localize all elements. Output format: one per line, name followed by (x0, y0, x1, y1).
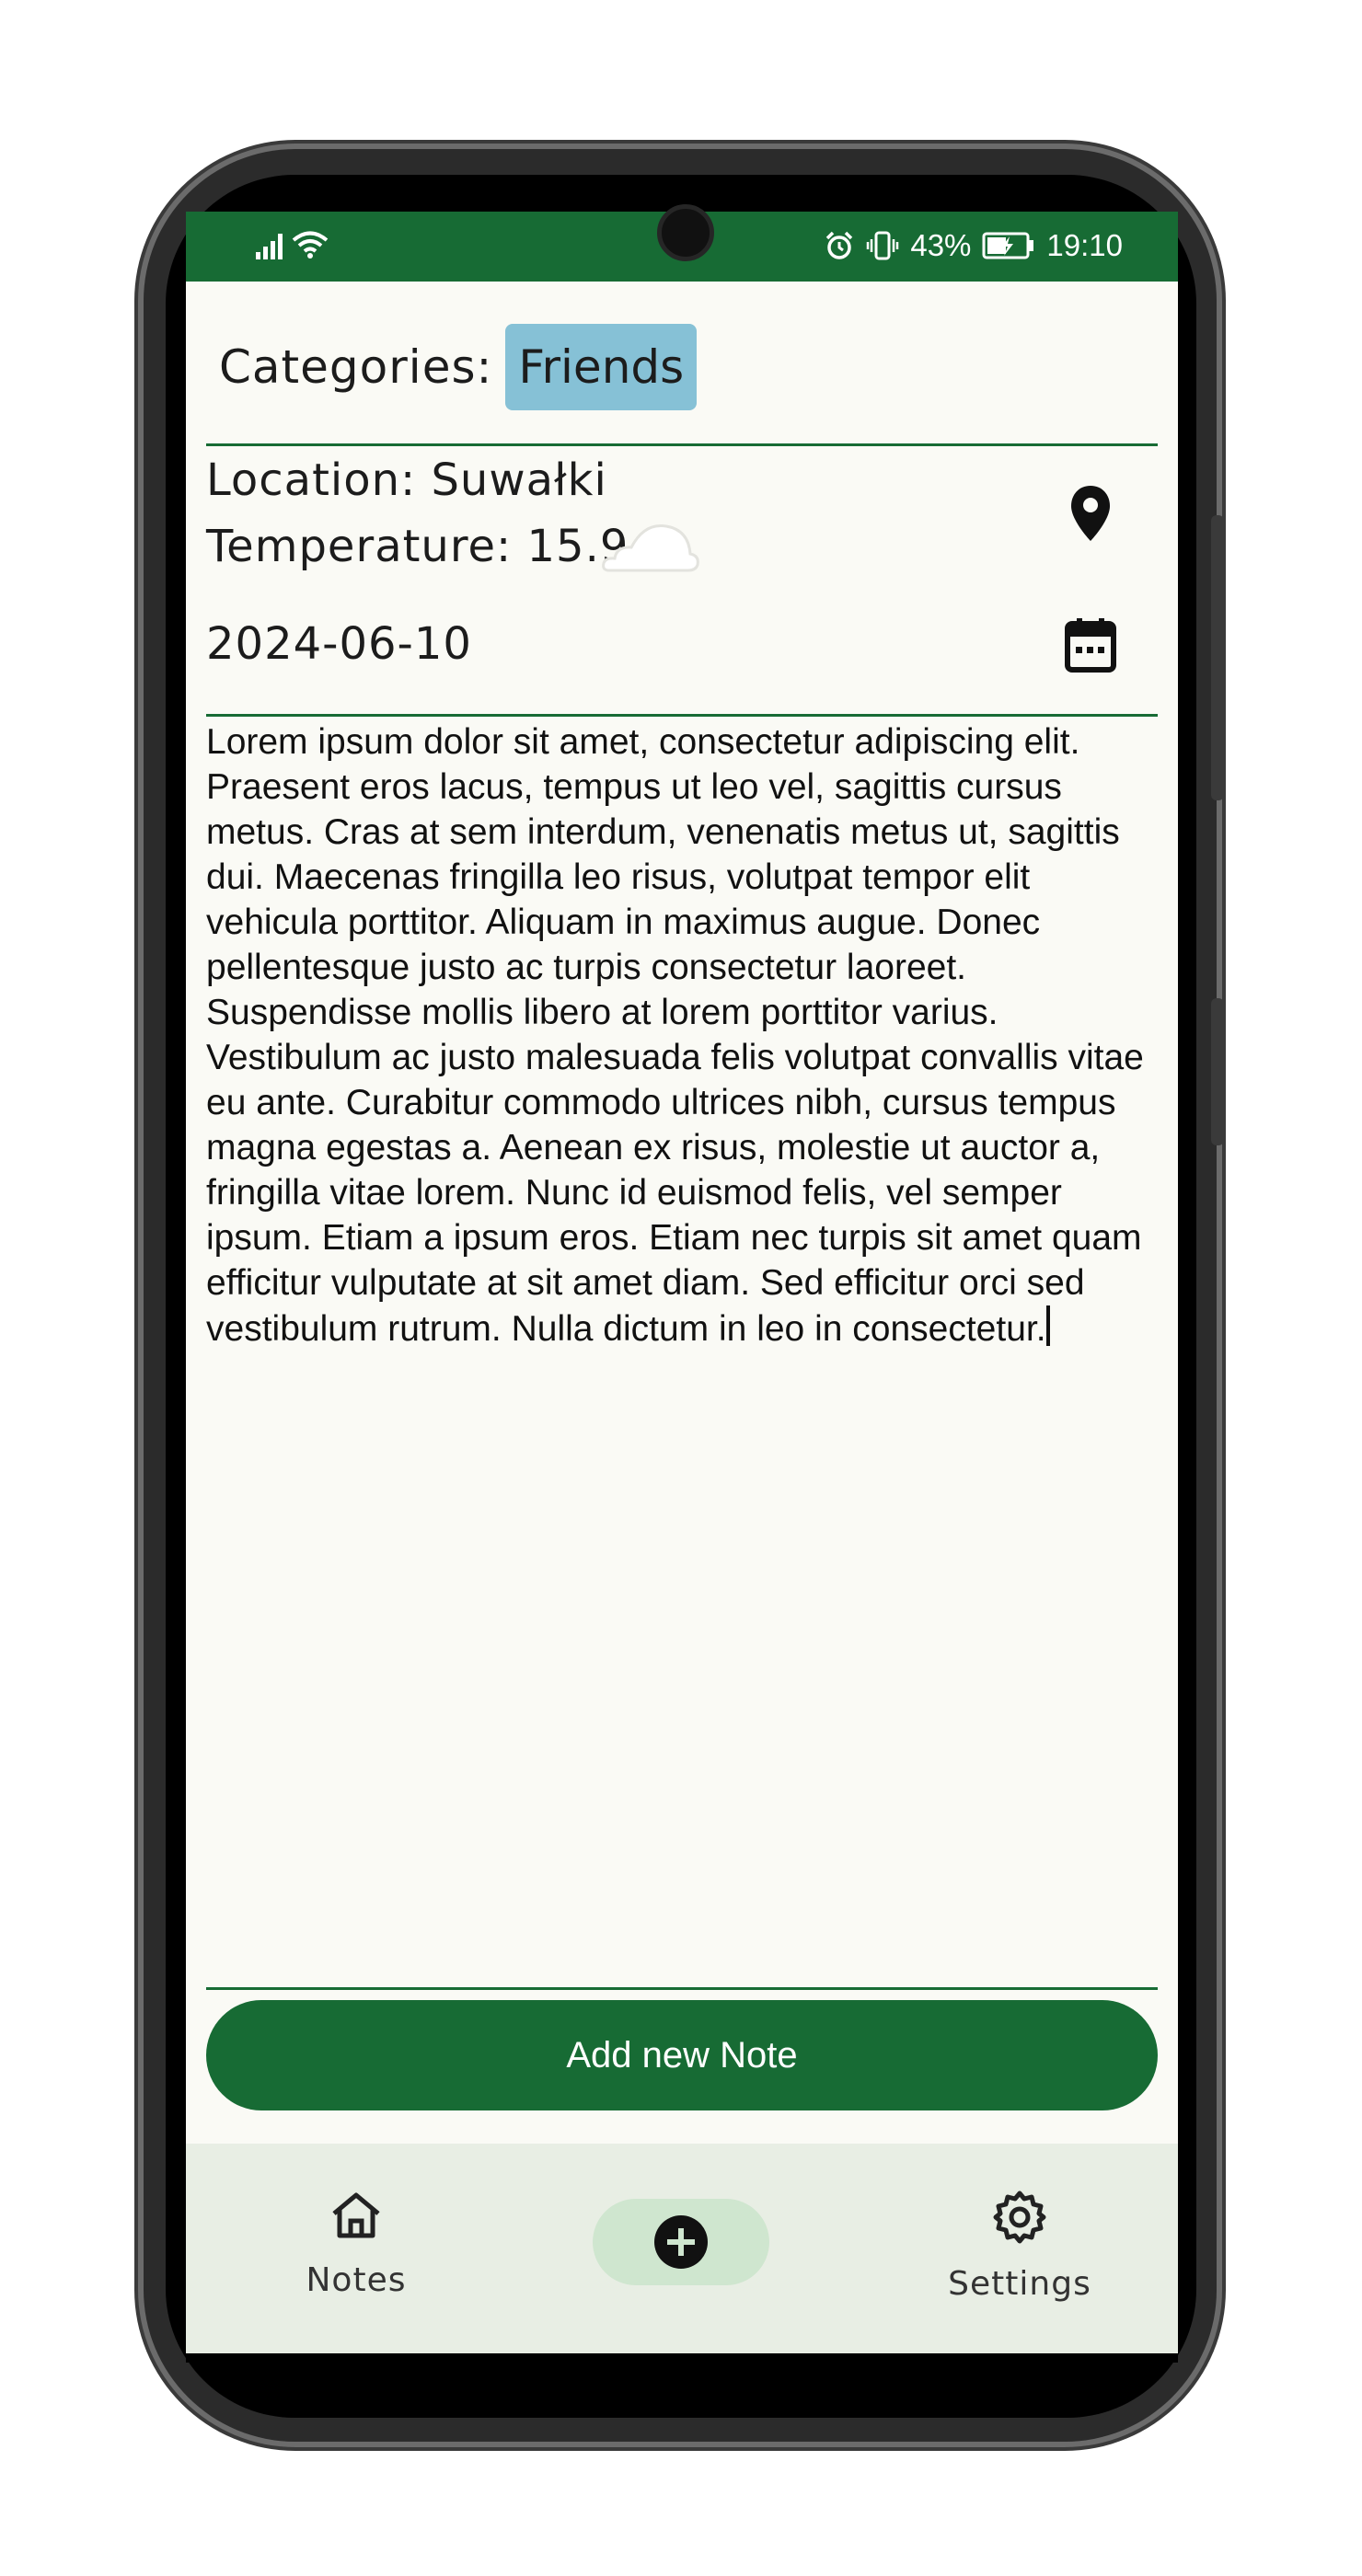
divider-middle (206, 714, 1158, 717)
volume-button (1211, 515, 1224, 800)
categories-row: Categories: Friends (219, 324, 698, 410)
categories-label: Categories: (219, 340, 493, 394)
note-body-text: Lorem ipsum dolor sit amet, consectetur … (206, 722, 1144, 1349)
divider-top (206, 443, 1158, 446)
power-button (1211, 998, 1224, 1145)
text-cursor (1045, 1305, 1050, 1346)
battery-percent: 43% (910, 228, 972, 262)
nav-item-settings[interactable]: Settings (937, 2190, 1102, 2303)
gear-icon (993, 2191, 1046, 2244)
date-text: 2024-06-10 (206, 618, 472, 670)
bottom-navigation: Notes Settings (186, 2144, 1178, 2363)
add-new-note-button[interactable]: Add new Note (206, 2000, 1158, 2110)
temperature-text: Temperature: 15.9 (206, 521, 629, 572)
nav-item-add[interactable] (593, 2199, 769, 2285)
calendar-icon[interactable] (1064, 616, 1117, 673)
location-text: Location: Suwałki (206, 454, 607, 506)
note-body-input[interactable]: Lorem ipsum dolor sit amet, consectetur … (206, 719, 1158, 1351)
nav-label-notes: Notes (306, 2261, 407, 2299)
nav-item-notes[interactable]: Notes (287, 2190, 425, 2299)
vibrate-icon (867, 231, 899, 260)
status-left (256, 230, 329, 259)
cloud-icon (602, 523, 699, 572)
home-icon (332, 2192, 380, 2238)
nav-label-settings: Settings (948, 2265, 1091, 2303)
status-right: 43% 19:10 (824, 228, 1123, 263)
clock-time: 19:10 (1046, 228, 1123, 262)
divider-bottom (206, 1987, 1158, 1990)
signal-icon (256, 232, 283, 259)
location-pin-icon[interactable] (1069, 484, 1112, 543)
wifi-icon (292, 231, 329, 259)
battery-charging-icon (982, 232, 1034, 259)
add-circle-icon (654, 2215, 708, 2269)
front-camera (657, 204, 714, 261)
category-chip-friends[interactable]: Friends (505, 324, 698, 410)
screen-bottom-edge (186, 2353, 1178, 2363)
app-screen: 43% 19:10 Categories: Friends Location: … (186, 212, 1178, 2363)
alarm-icon (826, 231, 853, 259)
add-new-note-label: Add new Note (566, 2034, 798, 2076)
